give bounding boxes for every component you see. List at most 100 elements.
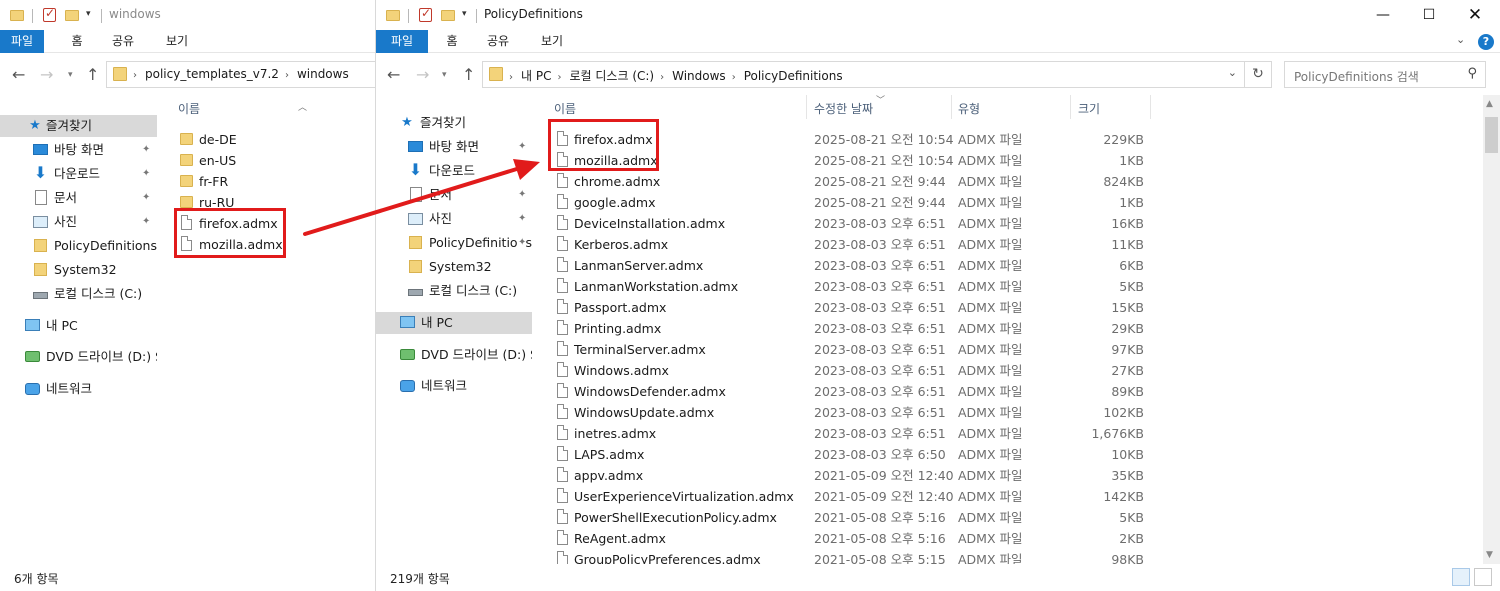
column-header-name[interactable]: 이름 bbox=[178, 100, 200, 117]
file-row[interactable]: de-DE bbox=[172, 129, 372, 150]
column-header-size[interactable]: 크기 bbox=[1078, 100, 1100, 117]
recent-locations-chevron-icon[interactable]: ▾ bbox=[442, 70, 447, 80]
column-header-modified[interactable]: 수정한 날짜 bbox=[814, 100, 873, 117]
properties-icon[interactable] bbox=[43, 6, 56, 22]
forward-arrow-icon[interactable]: → bbox=[416, 65, 429, 84]
nav-item-documents[interactable]: 문서 ✦ bbox=[376, 184, 532, 206]
back-arrow-icon[interactable]: ← bbox=[12, 65, 25, 84]
file-row[interactable]: Passport.admx 2023-08-03 오후 6:51 ADMX 파일 15… bbox=[546, 297, 1166, 318]
minimize-icon[interactable]: — bbox=[1360, 0, 1406, 30]
tab-share[interactable]: 공유 bbox=[478, 30, 518, 53]
nav-item-policydefinitions[interactable]: PolicyDefinitions bbox=[0, 235, 157, 257]
column-divider[interactable] bbox=[1150, 95, 1151, 119]
column-header-type[interactable]: 유형 bbox=[958, 100, 980, 117]
customize-toolbar-chevron-icon[interactable]: ▾ bbox=[86, 9, 91, 25]
file-row[interactable]: PowerShellExecutionPolicy.admx 2021-05-08… bbox=[546, 507, 1166, 528]
breadcrumb-item[interactable]: policy_templates_v7.2 bbox=[145, 67, 279, 81]
file-row[interactable]: DeviceInstallation.admx 2023-08-03 오후 6:5… bbox=[546, 213, 1166, 234]
nav-item-local-disk[interactable]: 로컬 디스크 (C:) bbox=[376, 280, 532, 302]
nav-item-desktop[interactable]: 바탕 화면 ✦ bbox=[0, 139, 157, 161]
details-view-icon[interactable] bbox=[1452, 568, 1470, 586]
breadcrumb-item[interactable]: 내 PC bbox=[521, 69, 551, 83]
column-header-name[interactable]: 이름 bbox=[554, 100, 576, 117]
nav-item-network[interactable]: 네트워크 bbox=[0, 378, 157, 400]
breadcrumb-item[interactable]: PolicyDefinitions bbox=[744, 69, 843, 83]
file-row[interactable]: TerminalServer.admx 2023-08-03 오후 6:51 ADM… bbox=[546, 339, 1166, 360]
address-bar[interactable]: › 내 PC › 로컬 디스크 (C:) › Windows › PolicyDefiniti… bbox=[482, 61, 1246, 88]
nav-item-policydefinitions[interactable]: PolicyDefinitions ✦ bbox=[376, 232, 532, 254]
pin-icon[interactable]: ✦ bbox=[518, 232, 527, 254]
pin-icon[interactable]: ✦ bbox=[518, 208, 526, 230]
nav-item-this-pc[interactable]: 내 PC bbox=[376, 312, 532, 334]
pin-icon[interactable]: ✦ bbox=[518, 184, 526, 206]
nav-item-documents[interactable]: 문서 ✦ bbox=[0, 187, 157, 209]
refresh-icon[interactable]: ↻ bbox=[1244, 61, 1272, 88]
file-row[interactable]: inetres.admx 2023-08-03 오후 6:51 ADMX 파일 1,6… bbox=[546, 423, 1166, 444]
nav-item-local-disk[interactable]: 로컬 디스크 (C:) bbox=[0, 283, 157, 305]
breadcrumb-item[interactable]: Windows bbox=[672, 69, 726, 83]
nav-item-system32[interactable]: System32 bbox=[376, 256, 532, 278]
new-folder-icon[interactable] bbox=[65, 10, 79, 21]
file-row[interactable]: Kerberos.admx 2023-08-03 오후 6:51 ADMX 파일 11… bbox=[546, 234, 1166, 255]
nav-item-pictures[interactable]: 사진 ✦ bbox=[376, 208, 532, 230]
customize-toolbar-chevron-icon[interactable]: ▾ bbox=[462, 9, 467, 25]
nav-item-desktop[interactable]: 바탕 화면 ✦ bbox=[376, 136, 532, 158]
up-arrow-icon[interactable]: ↑ bbox=[86, 65, 99, 84]
new-folder-icon[interactable] bbox=[441, 10, 455, 21]
help-icon[interactable]: ? bbox=[1478, 34, 1494, 50]
nav-item-favorites[interactable]: ★ 즐겨찾기 bbox=[376, 112, 532, 134]
vertical-scrollbar[interactable]: ▲ ▼ bbox=[1483, 95, 1500, 564]
address-bar[interactable]: › policy_templates_v7.2 › windows bbox=[106, 61, 375, 88]
nav-item-downloads[interactable]: ⬇ 다운로드 ✦ bbox=[376, 160, 532, 182]
file-row[interactable]: WindowsDefender.admx 2023-08-03 오후 6:51 AD… bbox=[546, 381, 1166, 402]
tab-share[interactable]: 공유 bbox=[103, 30, 143, 53]
nav-item-dvd-drive[interactable]: DVD 드라이브 (D:) S bbox=[376, 344, 532, 366]
file-row[interactable]: LanmanServer.admx 2023-08-03 오후 6:51 ADMX … bbox=[546, 255, 1166, 276]
pin-icon[interactable]: ✦ bbox=[142, 211, 150, 233]
file-row[interactable]: google.admx 2025-08-21 오전 9:44 ADMX 파일 1KB bbox=[546, 192, 1166, 213]
file-row[interactable]: Windows.admx 2023-08-03 오후 6:51 ADMX 파일 27K… bbox=[546, 360, 1166, 381]
nav-item-pictures[interactable]: 사진 ✦ bbox=[0, 211, 157, 233]
nav-item-network[interactable]: 네트워크 bbox=[376, 375, 532, 397]
forward-arrow-icon[interactable]: → bbox=[40, 65, 53, 84]
tab-view[interactable]: 보기 bbox=[157, 30, 197, 53]
scroll-down-icon[interactable]: ▼ bbox=[1486, 550, 1493, 560]
tab-home[interactable]: 홈 bbox=[434, 30, 470, 53]
search-input[interactable]: PolicyDefinitions 검색 ⚲ bbox=[1284, 61, 1486, 88]
pin-icon[interactable]: ✦ bbox=[518, 160, 526, 182]
pin-icon[interactable]: ✦ bbox=[142, 187, 150, 209]
scroll-thumb[interactable] bbox=[1485, 117, 1498, 153]
tab-file[interactable]: 파일 bbox=[0, 30, 44, 53]
up-arrow-icon[interactable]: ↑ bbox=[462, 65, 475, 84]
expand-ribbon-chevron-icon[interactable]: ⌄ bbox=[1456, 33, 1465, 46]
tab-home[interactable]: 홈 bbox=[59, 30, 95, 53]
maximize-icon[interactable]: ☐ bbox=[1406, 0, 1452, 30]
column-divider[interactable] bbox=[951, 95, 952, 119]
nav-item-system32[interactable]: System32 bbox=[0, 259, 157, 281]
nav-item-favorites[interactable]: ★ 즐겨찾기 bbox=[0, 115, 157, 137]
pin-icon[interactable]: ✦ bbox=[518, 136, 526, 158]
column-divider[interactable] bbox=[806, 95, 807, 119]
file-row[interactable]: appv.admx 2021-05-09 오전 12:40 ADMX 파일 35KB bbox=[546, 465, 1166, 486]
file-row[interactable]: en-US bbox=[172, 150, 372, 171]
close-icon[interactable]: ✕ bbox=[1452, 0, 1498, 30]
file-row[interactable]: LanmanWorkstation.admx 2023-08-03 오후 6:51… bbox=[546, 276, 1166, 297]
pin-icon[interactable]: ✦ bbox=[142, 139, 150, 161]
nav-item-dvd-drive[interactable]: DVD 드라이브 (D:) S bbox=[0, 346, 157, 368]
tab-view[interactable]: 보기 bbox=[532, 30, 572, 53]
column-divider[interactable] bbox=[1070, 95, 1071, 119]
pin-icon[interactable]: ✦ bbox=[142, 163, 150, 185]
address-dropdown-chevron-icon[interactable]: ⌄ bbox=[1228, 66, 1237, 79]
back-arrow-icon[interactable]: ← bbox=[387, 65, 400, 84]
search-icon[interactable]: ⚲ bbox=[1467, 66, 1477, 81]
file-row[interactable]: chrome.admx 2025-08-21 오전 9:44 ADMX 파일 824K… bbox=[546, 171, 1166, 192]
nav-item-this-pc[interactable]: 내 PC bbox=[0, 315, 157, 337]
properties-icon[interactable] bbox=[419, 6, 432, 22]
breadcrumb-item[interactable]: 로컬 디스크 (C:) bbox=[569, 69, 654, 83]
recent-locations-chevron-icon[interactable]: ▾ bbox=[68, 70, 73, 80]
large-icons-view-icon[interactable] bbox=[1474, 568, 1492, 586]
scroll-up-icon[interactable]: ▲ bbox=[1486, 99, 1493, 109]
file-row[interactable]: ReAgent.admx 2021-05-08 오후 5:16 ADMX 파일 2KB bbox=[546, 528, 1166, 549]
nav-item-downloads[interactable]: ⬇ 다운로드 ✦ bbox=[0, 163, 157, 185]
tab-file[interactable]: 파일 bbox=[376, 30, 428, 53]
